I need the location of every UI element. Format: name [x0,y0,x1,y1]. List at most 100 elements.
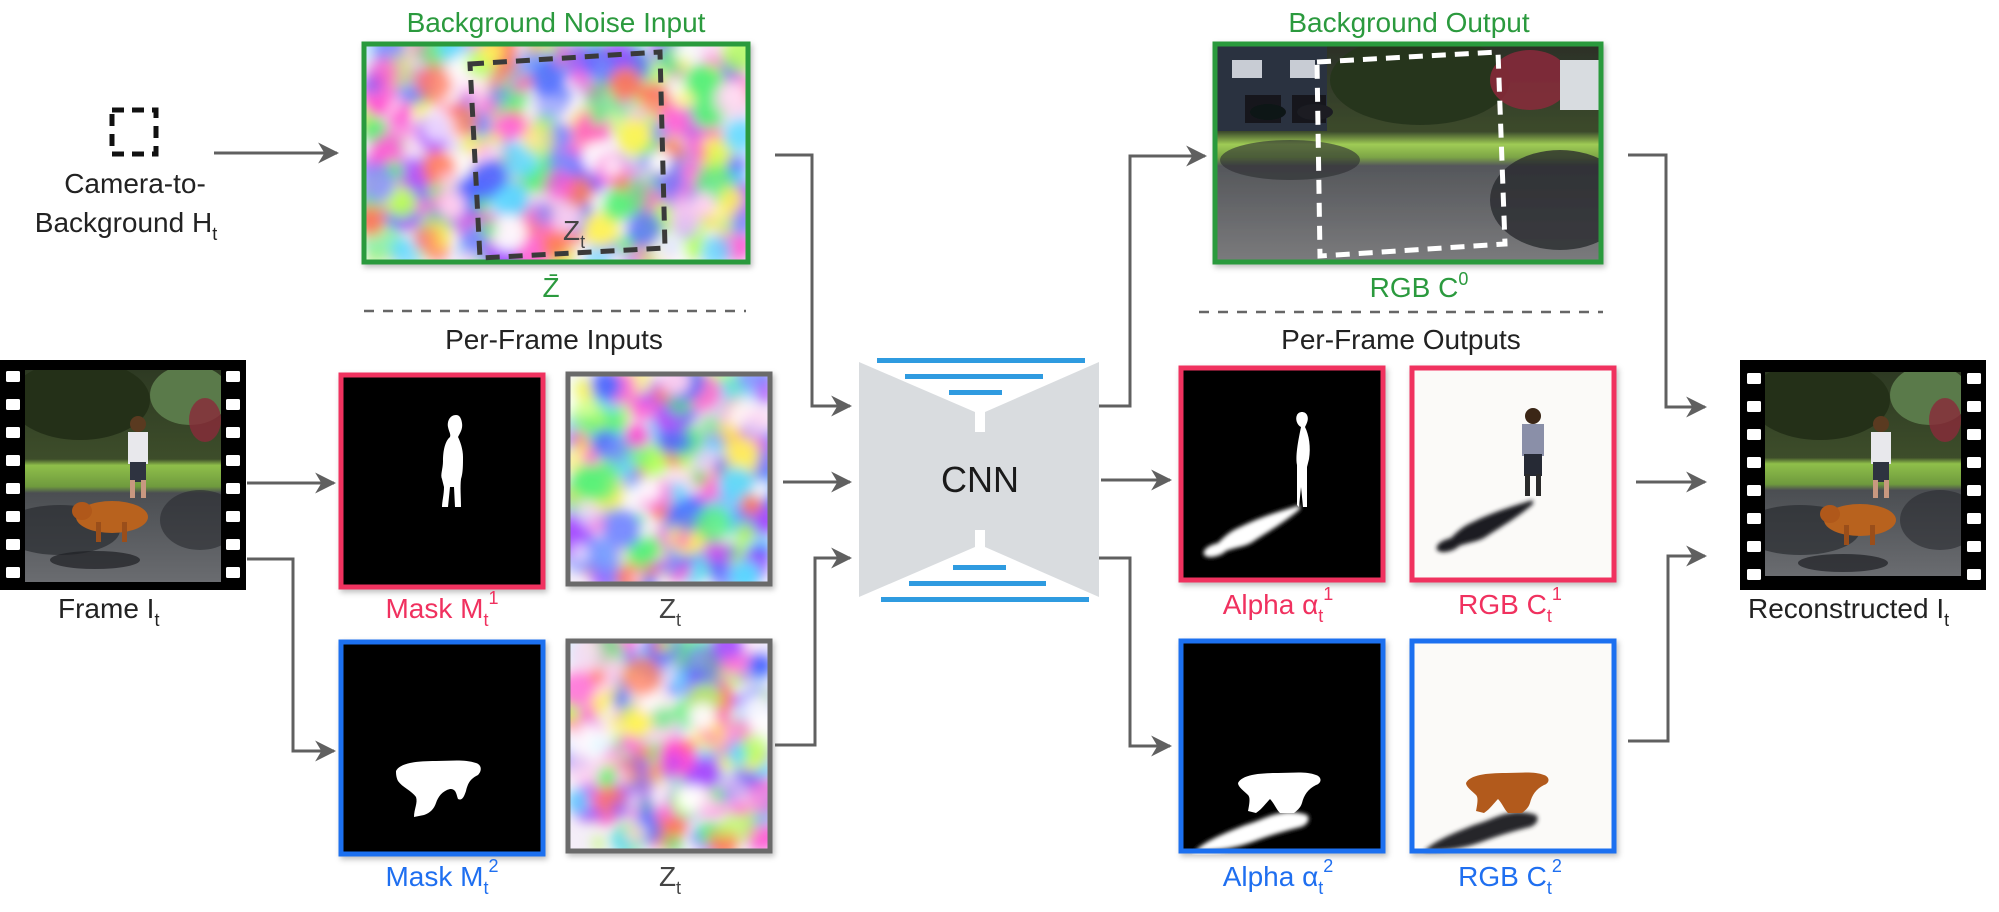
sprocket-hole [1747,513,1761,524]
noise-blob [675,533,691,549]
camera-label-line2: Background Ht [35,207,217,244]
noise-blob [414,225,441,252]
noise-blob [612,689,632,709]
sprocket-hole [1747,569,1761,580]
arrow-noise-to-cnn [775,153,853,417]
noise-blob [681,645,722,686]
layered-neural-rendering-diagram: Camera-to- Background Ht Background Nois… [0,7,1986,898]
noise-texture [570,643,768,849]
noise-blob [719,187,744,212]
noise-blob [684,238,703,257]
sprocket-hole [226,539,240,550]
noise-blob [634,742,654,762]
alpha-1-label: Alpha αt1 [1223,584,1334,626]
noise-blob [530,62,565,96]
noise-blob [700,795,718,814]
z-bar-caption: Z̄ [542,272,559,303]
noise-blob [493,113,521,140]
sprocket-hole [1747,373,1761,384]
sprocket-hole [1967,541,1981,552]
noise-blob [577,728,609,760]
sprocket-hole [226,511,240,522]
noise-blob [366,205,386,236]
noise-blob [665,754,682,771]
sprocket-hole [226,567,240,578]
sprocket-hole [226,427,240,438]
per-frame-inputs-title: Per-Frame Inputs [445,324,663,355]
noise-blob [716,825,731,840]
noise-blob [602,156,623,177]
sprocket-hole [226,371,240,382]
sprocket-hole [1747,485,1761,496]
per-frame-outputs-title: Per-Frame Outputs [1281,324,1521,355]
noise-blob [582,450,597,465]
noise-blob [725,543,740,558]
noise-blob [591,836,606,849]
reconstructed-label: Reconstructed It [1748,593,1949,630]
sprocket-hole [6,455,20,466]
background-photo [1217,46,1599,260]
noise-blob [721,788,735,801]
noise-blob [699,415,721,437]
sprocket-hole [1967,457,1981,468]
noise-blob [392,239,411,259]
alpha-2-label: Alpha αt2 [1223,856,1334,898]
noise-blob [730,694,744,707]
sprocket-hole [1747,541,1761,552]
noise-blob [625,423,642,440]
sprocket-hole [1967,513,1981,524]
arrow-bg-to-reconstructed [1628,153,1708,418]
cnn-block: CNN [859,358,1099,602]
sprocket-hole [6,483,20,494]
mask-1-label: Mask Mt1 [385,588,498,630]
sprocket-hole [1967,401,1981,412]
noise-blob [742,408,768,437]
noise-blob [570,670,595,708]
noise-blob [639,525,653,539]
noise-blob [580,416,596,431]
noise-blob [708,560,726,578]
noise-blob [668,816,688,836]
noise-blob [678,57,691,70]
noise-blob [542,170,575,202]
person-shirt [1522,424,1544,456]
input-frame-filmstrip [0,360,246,590]
noise-blob [626,210,663,247]
sprocket-hole [1967,373,1981,384]
cnn-decoder-bar [953,565,1006,570]
noise-blob [511,78,528,95]
noise-blob [613,173,631,192]
noise-blob [624,710,652,738]
noise-blob [664,560,681,576]
sprocket-hole [1967,569,1981,580]
noise-blob [675,90,695,110]
sprocket-hole [1747,429,1761,440]
cnn-decoder-bar [881,597,1089,602]
noise-zt-2-image [565,638,773,854]
alpha-1-image [1178,365,1386,583]
zt-1-label: Zt [659,593,681,630]
cnn-label: CNN [941,459,1019,500]
noise-blob [753,508,768,535]
zt-2-label: Zt [659,861,681,898]
noise-blob [581,46,617,80]
noise-blob [669,204,701,236]
sprocket-hole [226,399,240,410]
noise-blob [656,802,675,820]
noise-blob [634,762,649,777]
noise-blob [624,823,648,846]
noise-blob [690,757,722,788]
noise-blob [653,559,666,573]
cnn-encoder-bar [949,390,1002,395]
noise-blob [570,464,607,501]
noise-blob [651,706,675,731]
rgb-1-label: RGB Ct1 [1458,584,1562,626]
cnn-encoder-bar [877,358,1085,363]
frame-photo [25,370,221,582]
noise-blob [726,672,744,689]
noise-blob [726,155,746,175]
noise-blob [661,376,691,395]
background-output-image [1212,41,1604,265]
sprocket-hole [6,511,20,522]
rgb-c0-caption: RGB C0 [1370,269,1469,303]
